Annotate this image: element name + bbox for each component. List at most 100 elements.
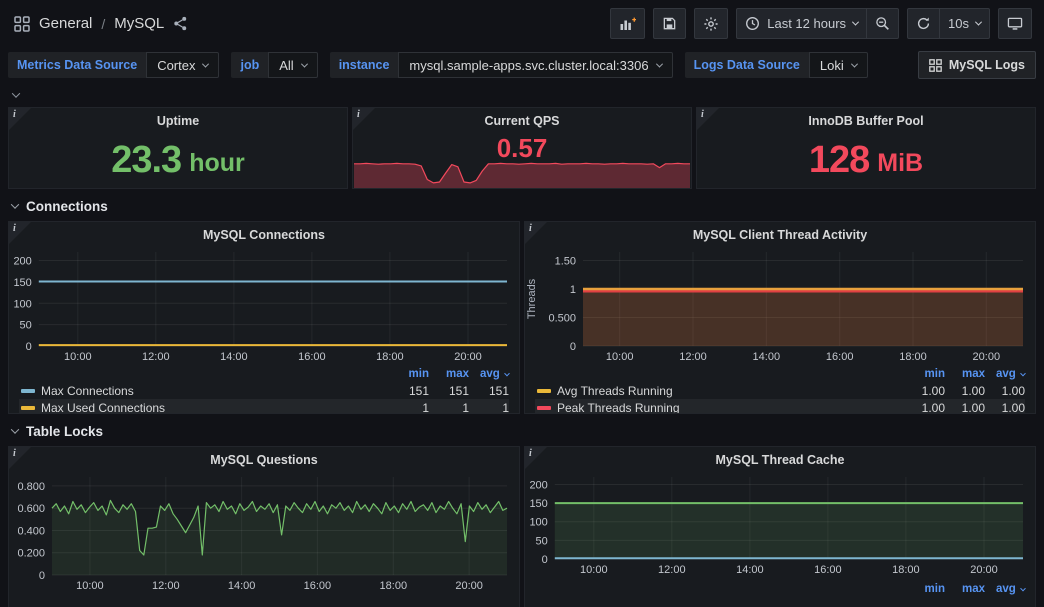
series-swatch[interactable]	[21, 406, 35, 410]
refresh-button[interactable]	[907, 8, 940, 39]
panel-info-corner[interactable]: i	[525, 447, 547, 469]
refresh-group: 10s	[907, 8, 990, 39]
metrics-datasource-variable: Metrics Data Source Cortex	[8, 52, 219, 78]
panel-title[interactable]: Current QPS	[353, 108, 691, 132]
legend-col-max[interactable]: max	[945, 368, 985, 380]
mysql-thread-cache-chart[interactable]: 05010015020010:0012:0014:0016:0018:0020:…	[525, 471, 1035, 577]
job-variable: job All	[231, 52, 317, 78]
legend-row: Avg Threads Running 1.00 1.00 1.00	[535, 382, 1025, 399]
series-name[interactable]: Avg Threads Running	[557, 384, 905, 398]
dashboard-grid-icon	[929, 59, 942, 72]
legend-col-avg[interactable]: avg	[469, 368, 509, 380]
share-icon[interactable]	[173, 16, 188, 31]
svg-text:0: 0	[26, 341, 32, 353]
connections-row: i MySQL Connections 05010015020010:0012:…	[8, 221, 1036, 414]
section-header-connections[interactable]: Connections	[0, 189, 1044, 221]
time-range-picker[interactable]: Last 12 hours	[736, 8, 867, 39]
series-name[interactable]: Peak Threads Running	[557, 401, 905, 415]
panel-info-corner[interactable]: i	[525, 222, 547, 244]
panel-info-corner[interactable]: i	[9, 447, 31, 469]
mysql-client-thread-activity-panel[interactable]: i MySQL Client Thread Activity 00.50011.…	[524, 221, 1036, 414]
gear-icon	[703, 16, 719, 32]
dashboard-settings-button[interactable]	[694, 8, 728, 39]
panel-info-corner[interactable]: i	[697, 108, 719, 130]
legend-row: Max Used Connections 1 1 1	[19, 399, 509, 414]
legend-col-max[interactable]: max	[945, 583, 985, 595]
mysql-logs-link-button[interactable]: MySQL Logs	[918, 51, 1036, 79]
series-swatch[interactable]	[537, 406, 551, 410]
info-icon: i	[13, 223, 16, 234]
logs-datasource-select[interactable]: Loki	[809, 52, 868, 78]
series-swatch[interactable]	[537, 389, 551, 393]
svg-text:20:00: 20:00	[455, 580, 483, 592]
svg-text:0: 0	[39, 570, 45, 582]
svg-text:14:00: 14:00	[736, 564, 764, 576]
chevron-down-icon	[504, 371, 510, 377]
series-name[interactable]: Max Connections	[41, 384, 389, 398]
panel-title[interactable]: MySQL Connections	[9, 222, 519, 246]
innodb-buffer-pool-panel[interactable]: i InnoDB Buffer Pool 128 MiB	[696, 107, 1036, 189]
svg-text:10:00: 10:00	[606, 351, 634, 363]
mysql-thread-cache-panel[interactable]: i MySQL Thread Cache 05010015020010:0012…	[524, 446, 1036, 607]
legend-col-avg[interactable]: avg	[985, 368, 1025, 380]
panel-info-corner[interactable]: i	[9, 108, 31, 130]
add-panel-button[interactable]	[610, 8, 645, 39]
cycle-view-mode-button[interactable]	[998, 8, 1032, 39]
mysql-questions-chart[interactable]: 00.2000.4000.6000.80010:0012:0014:0016:0…	[9, 471, 519, 593]
panel-title[interactable]: MySQL Client Thread Activity	[525, 222, 1035, 246]
svg-text:0: 0	[570, 341, 576, 353]
svg-text:50: 50	[536, 535, 548, 547]
svg-text:1: 1	[570, 284, 576, 296]
panel-title[interactable]: InnoDB Buffer Pool	[697, 108, 1035, 132]
svg-text:0.800: 0.800	[17, 481, 45, 493]
legend-col-min[interactable]: min	[389, 368, 429, 380]
panel-title[interactable]: MySQL Questions	[9, 447, 519, 471]
dashboard-grid-icon[interactable]	[14, 16, 30, 32]
panel-info-corner[interactable]: i	[9, 222, 31, 244]
table-locks-row: i MySQL Questions 00.2000.4000.6000.8001…	[8, 446, 1036, 607]
metrics-datasource-select[interactable]: Cortex	[146, 52, 219, 78]
svg-text:16:00: 16:00	[826, 351, 854, 363]
save-dashboard-button[interactable]	[653, 8, 686, 39]
svg-text:0.200: 0.200	[17, 548, 45, 560]
series-name[interactable]: Max Used Connections	[41, 401, 389, 415]
legend-col-max[interactable]: max	[429, 368, 469, 380]
zoom-out-icon	[875, 16, 890, 31]
job-select[interactable]: All	[268, 52, 317, 78]
legend-col-min[interactable]: min	[905, 583, 945, 595]
svg-text:20:00: 20:00	[454, 351, 482, 363]
mysql-questions-panel[interactable]: i MySQL Questions 00.2000.4000.6000.8001…	[8, 446, 520, 607]
zoom-out-time-button[interactable]	[866, 8, 899, 39]
panel-title[interactable]: Uptime	[9, 108, 347, 132]
svg-text:150: 150	[13, 277, 31, 289]
instance-select[interactable]: mysql.sample-apps.svc.cluster.local:3306	[398, 52, 672, 78]
panel-info-corner[interactable]: i	[353, 108, 375, 130]
svg-text:200: 200	[13, 256, 31, 268]
svg-text:20:00: 20:00	[973, 351, 1001, 363]
mysql-connections-panel[interactable]: i MySQL Connections 05010015020010:0012:…	[8, 221, 520, 414]
series-swatch[interactable]	[21, 389, 35, 393]
svg-text:20:00: 20:00	[970, 564, 998, 576]
instance-label: instance	[330, 52, 399, 78]
mysql-connections-chart[interactable]: 05010015020010:0012:0014:0016:0018:0020:…	[9, 246, 519, 364]
time-picker-group: Last 12 hours	[736, 8, 899, 39]
svg-text:12:00: 12:00	[679, 351, 707, 363]
refresh-interval-picker[interactable]: 10s	[939, 8, 990, 39]
panel-title[interactable]: MySQL Thread Cache	[525, 447, 1035, 471]
svg-text:18:00: 18:00	[899, 351, 927, 363]
breadcrumb-folder[interactable]: General	[39, 15, 92, 32]
breadcrumb-dashboard[interactable]: MySQL	[114, 15, 164, 32]
refresh-icon	[916, 16, 931, 31]
current-qps-panel[interactable]: i Current QPS 0.57	[352, 107, 692, 189]
logs-datasource-label: Logs Data Source	[685, 52, 809, 78]
chevron-down-icon	[12, 89, 20, 97]
legend-col-avg[interactable]: avg	[985, 583, 1025, 595]
uptime-panel[interactable]: i Uptime 23.3 hour	[8, 107, 348, 189]
collapsed-row-toggle[interactable]	[0, 82, 1044, 107]
thread-activity-chart[interactable]: 00.50011.5010:0012:0014:0016:0018:0020:0…	[525, 246, 1035, 364]
svg-text:16:00: 16:00	[814, 564, 842, 576]
section-header-table-locks[interactable]: Table Locks	[0, 414, 1044, 446]
chevron-down-icon	[852, 19, 859, 26]
info-icon: i	[529, 223, 532, 234]
legend-col-min[interactable]: min	[905, 368, 945, 380]
